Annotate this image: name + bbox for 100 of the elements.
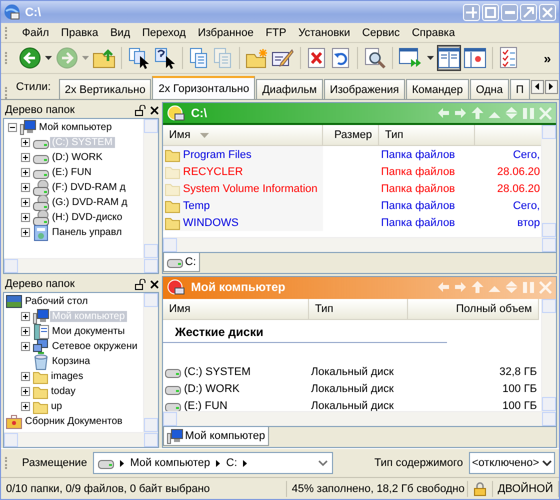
style-tab[interactable]: Диафильм <box>256 79 323 99</box>
close-button[interactable] <box>539 4 556 20</box>
file-name[interactable]: (D:) WORK <box>184 382 240 394</box>
menu-item[interactable]: Справка <box>406 26 461 40</box>
expand-icon[interactable] <box>21 372 30 381</box>
vertical-scrollbar[interactable] <box>541 299 556 411</box>
toolbar-button[interactable] <box>437 45 461 71</box>
content-type-dropdown[interactable]: <отключено> <box>469 452 555 474</box>
vertical-scrollbar[interactable] <box>143 293 158 432</box>
tree-item[interactable]: (D:) WORK <box>50 152 105 163</box>
delete-icon <box>307 47 327 69</box>
tree-item[interactable]: Рабочий стол <box>23 296 90 307</box>
toolbar-button[interactable] <box>363 45 387 71</box>
menu-item[interactable]: Установки <box>292 26 356 40</box>
tree-item[interactable]: (G:) DVD-RAM д <box>50 197 130 208</box>
column-header[interactable]: Тип <box>309 299 408 320</box>
panel-tab[interactable]: Мой компьютер <box>163 427 270 446</box>
vertical-scrollbar[interactable] <box>143 119 158 258</box>
tree-item[interactable]: Мой компьютер <box>37 122 114 133</box>
menu-item[interactable]: Правка <box>55 26 104 40</box>
collapse-icon[interactable] <box>8 123 17 132</box>
style-tab[interactable]: 2x Вертикально <box>58 79 152 99</box>
close-icon[interactable] <box>150 106 159 114</box>
unlock-icon[interactable] <box>135 278 146 290</box>
minimize-button[interactable] <box>501 4 518 20</box>
unlock-icon[interactable] <box>135 104 146 116</box>
expand-icon[interactable] <box>21 342 30 351</box>
column-header[interactable]: Имя <box>163 299 309 320</box>
close-icon[interactable] <box>150 280 159 288</box>
tree-item[interactable]: (F:) DVD-RAM д <box>50 182 128 193</box>
style-tab[interactable]: П <box>510 79 530 99</box>
column-header[interactable]: Размер <box>323 125 379 146</box>
expand-icon[interactable] <box>21 402 30 411</box>
column-header[interactable]: Полный объем <box>408 299 539 320</box>
menu-item[interactable]: Файл <box>16 26 56 40</box>
toolbar-button[interactable] <box>127 45 151 71</box>
lock-icon <box>472 482 487 496</box>
new-folder-icon <box>246 48 268 68</box>
expand-icon[interactable] <box>21 168 30 177</box>
tree-item[interactable]: images <box>49 371 86 382</box>
drive-icon <box>98 457 114 469</box>
chevron-down-icon <box>542 460 552 466</box>
style-tab[interactable]: Изображения <box>324 79 405 99</box>
vertical-scrollbar[interactable] <box>541 125 556 237</box>
style-tab[interactable]: Одна <box>470 79 509 99</box>
expand-icon[interactable] <box>21 183 30 192</box>
scroll-right-button[interactable] <box>544 80 558 94</box>
rename-icon <box>272 48 294 68</box>
drive-icon <box>167 256 183 268</box>
horizontal-scrollbar[interactable] <box>4 258 158 273</box>
folder-up-icon <box>93 48 115 68</box>
tree-item[interactable]: Сборник Документов <box>23 416 124 427</box>
expand-icon[interactable] <box>21 312 30 321</box>
file-name[interactable]: (C:) SYSTEM <box>184 366 251 378</box>
maximize-button[interactable] <box>520 4 537 20</box>
copy-icon <box>189 47 209 69</box>
column-header[interactable]: Имя <box>163 125 323 146</box>
tree-item[interactable]: Мои документы <box>50 326 127 337</box>
breadcrumb-item[interactable]: C: <box>226 457 238 469</box>
panel-tab[interactable]: C: <box>163 253 200 272</box>
breadcrumb-item[interactable]: Мой компьютер <box>130 457 210 469</box>
style-tab[interactable]: 2x Горизонтально <box>152 76 256 99</box>
expand-icon[interactable] <box>21 153 30 162</box>
table-cell-text: Локальный диск <box>310 398 395 411</box>
expand-icon[interactable] <box>21 228 30 237</box>
desktop-icon <box>6 295 22 308</box>
chevron-down-icon <box>318 460 328 466</box>
horizontal-scrollbar[interactable] <box>163 237 556 252</box>
file-name[interactable]: (E:) FUN <box>184 400 228 411</box>
horizontal-scrollbar[interactable] <box>163 411 556 426</box>
expand-icon[interactable] <box>21 198 30 207</box>
column-header[interactable]: Тип <box>379 125 475 146</box>
menu-item[interactable]: FTP <box>260 26 292 40</box>
restore-button[interactable] <box>482 4 499 20</box>
tree-item[interactable]: today <box>49 386 78 397</box>
expand-icon[interactable] <box>21 387 30 396</box>
table-cell-text: Папка файлов <box>380 182 456 196</box>
toolbar-button[interactable] <box>153 45 177 71</box>
tree-item[interactable]: Корзина <box>50 356 92 367</box>
expand-icon[interactable] <box>21 138 30 147</box>
horizontal-scrollbar[interactable] <box>4 432 158 447</box>
computer-icon <box>167 428 183 444</box>
menu-item[interactable]: Сервис <box>356 26 406 40</box>
style-tab[interactable]: Командер <box>406 79 469 99</box>
tree-item[interactable]: Сетевое окружени <box>50 341 140 352</box>
file-name[interactable]: Temp <box>183 200 210 212</box>
menu-item[interactable]: Вид <box>104 26 136 40</box>
tree-item[interactable]: (E:) FUN <box>50 167 94 178</box>
tree-item[interactable]: up <box>49 401 64 412</box>
expand-icon[interactable] <box>21 327 30 336</box>
tree-item[interactable]: (H:) DVD-диско <box>50 212 124 223</box>
menu-item[interactable]: Избранное <box>192 26 260 40</box>
tree-item[interactable]: Панель управл <box>50 227 124 238</box>
overflow-button[interactable]: » <box>544 50 551 66</box>
toolbar-button[interactable] <box>18 45 42 71</box>
location-field[interactable]: Мой компьютер C: <box>93 452 334 474</box>
right-arrow-icon <box>548 82 554 91</box>
expand-icon[interactable] <box>21 213 30 222</box>
menu-item[interactable]: Переход <box>136 26 192 40</box>
scroll-left-button[interactable] <box>530 80 544 94</box>
